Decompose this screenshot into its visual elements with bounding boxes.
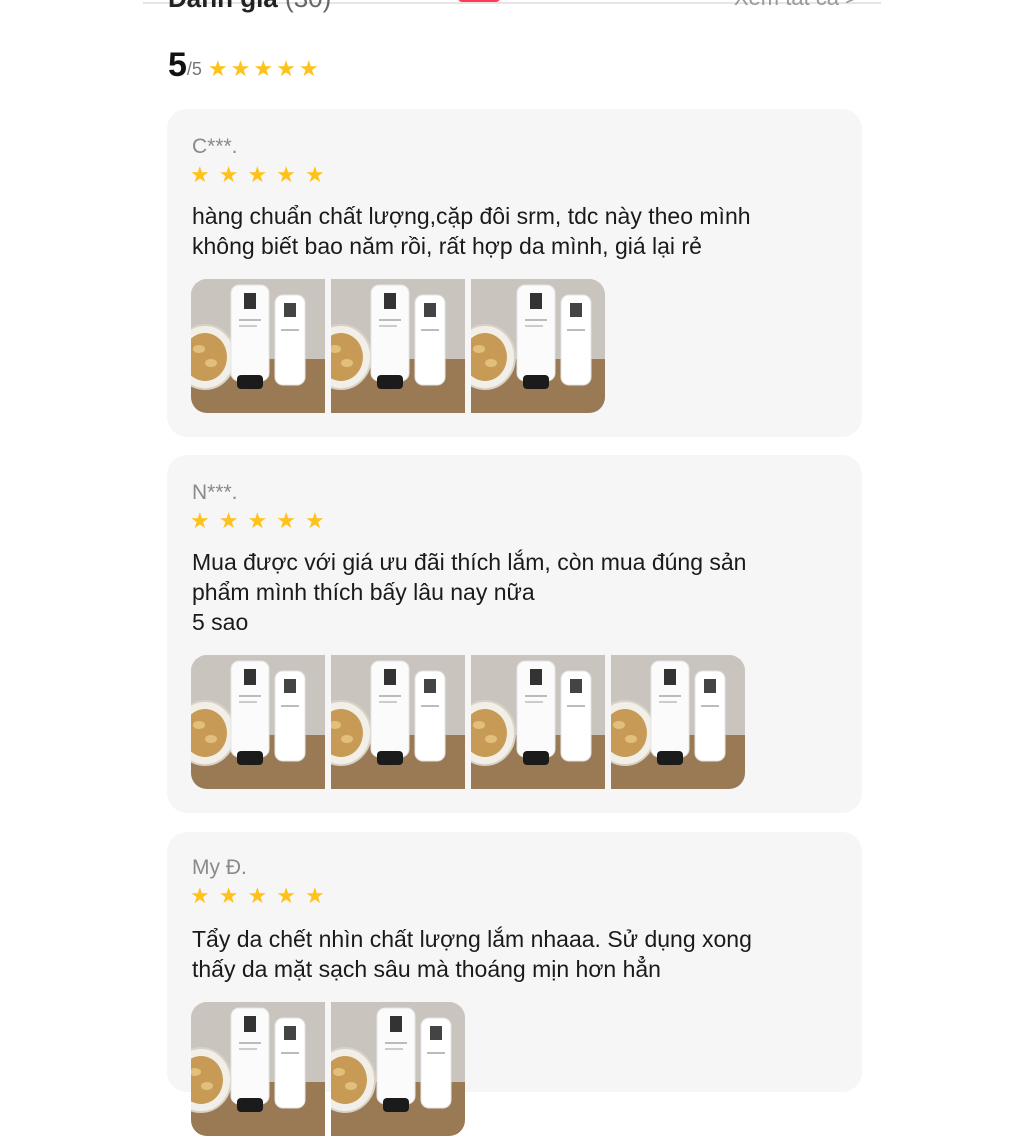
star-icon: ★: [304, 162, 325, 187]
rating-score: 5: [168, 46, 187, 84]
review-photos: [191, 655, 751, 789]
review-photo[interactable]: [471, 655, 605, 789]
star-icon: ★: [276, 162, 296, 187]
review-photo[interactable]: [331, 655, 465, 789]
reviewer-name: My Đ.: [192, 856, 247, 879]
product-illustration: [331, 1002, 465, 1136]
star-icon: ★: [190, 883, 210, 908]
review-photo[interactable]: [331, 279, 465, 413]
product-illustration: [331, 655, 465, 789]
rating-summary: 5 /5 ★ ★ ★ ★ ★: [168, 44, 322, 84]
review-text: Tẩy da chết nhìn chất lượng lắm nhaaa. S…: [192, 926, 752, 982]
reviewer-name: N***.: [192, 481, 238, 504]
star-icon: ★: [190, 508, 210, 533]
review-stars: ★ ★ ★ ★ ★: [190, 885, 334, 907]
reviewer-name: C***.: [192, 135, 238, 158]
product-illustration: [191, 279, 325, 413]
summary-stars: ★ ★ ★ ★ ★: [208, 54, 322, 84]
reviews-count: (30): [285, 0, 331, 13]
reviews-title: Đánh giá (30): [168, 0, 331, 16]
review-photos: [191, 279, 611, 413]
product-illustration: [471, 655, 605, 789]
star-icon: ★: [247, 508, 268, 533]
review-photo[interactable]: [471, 279, 605, 413]
review-text: Mua được với giá ưu đãi thích lắm, còn m…: [192, 549, 747, 635]
star-icon: ★: [276, 508, 296, 533]
reviews-title-label: Đánh giá: [168, 0, 278, 13]
product-illustration: [191, 655, 325, 789]
review-photo[interactable]: [191, 1002, 325, 1136]
review-photo[interactable]: [191, 655, 325, 789]
star-icon: ★: [230, 56, 251, 81]
review-card: N***. ★ ★ ★ ★ ★ Mua được với giá ưu đãi …: [167, 455, 862, 813]
review-card: C***. ★ ★ ★ ★ ★ hàng chuẩn chất lượng,cặ…: [167, 109, 862, 437]
star-icon: ★: [253, 56, 274, 81]
star-icon: ★: [304, 508, 325, 533]
review-photo[interactable]: [611, 655, 745, 789]
star-icon: ★: [276, 883, 296, 908]
product-illustration: [471, 279, 605, 413]
reviews-header: Đánh giá (30) Xem tất cả >: [168, 0, 858, 16]
star-icon: ★: [190, 162, 210, 187]
accent-marker: [458, 0, 500, 2]
review-stars: ★ ★ ★ ★ ★: [190, 164, 334, 186]
review-photos: [191, 1002, 471, 1136]
star-icon: ★: [218, 508, 239, 533]
review-stars: ★ ★ ★ ★ ★: [190, 510, 334, 532]
review-text: hàng chuẩn chất lượng,cặp đôi srm, tdc n…: [192, 203, 751, 259]
review-photo[interactable]: [191, 279, 325, 413]
review-card: My Đ. ★ ★ ★ ★ ★ Tẩy da chết nhìn chất lư…: [167, 832, 862, 1136]
star-icon: ★: [247, 883, 268, 908]
star-icon: ★: [304, 883, 325, 908]
star-icon: ★: [276, 56, 296, 81]
star-icon: ★: [247, 162, 268, 187]
star-icon: ★: [218, 883, 239, 908]
review-photo[interactable]: [331, 1002, 465, 1136]
rating-out-of: /5: [186, 59, 202, 79]
product-illustration: [611, 655, 745, 789]
star-icon: ★: [218, 162, 239, 187]
see-all-link[interactable]: Xem tất cả >: [734, 0, 858, 16]
product-illustration: [191, 1002, 325, 1136]
star-icon: ★: [207, 56, 228, 81]
product-illustration: [331, 279, 465, 413]
star-icon: ★: [298, 56, 319, 81]
